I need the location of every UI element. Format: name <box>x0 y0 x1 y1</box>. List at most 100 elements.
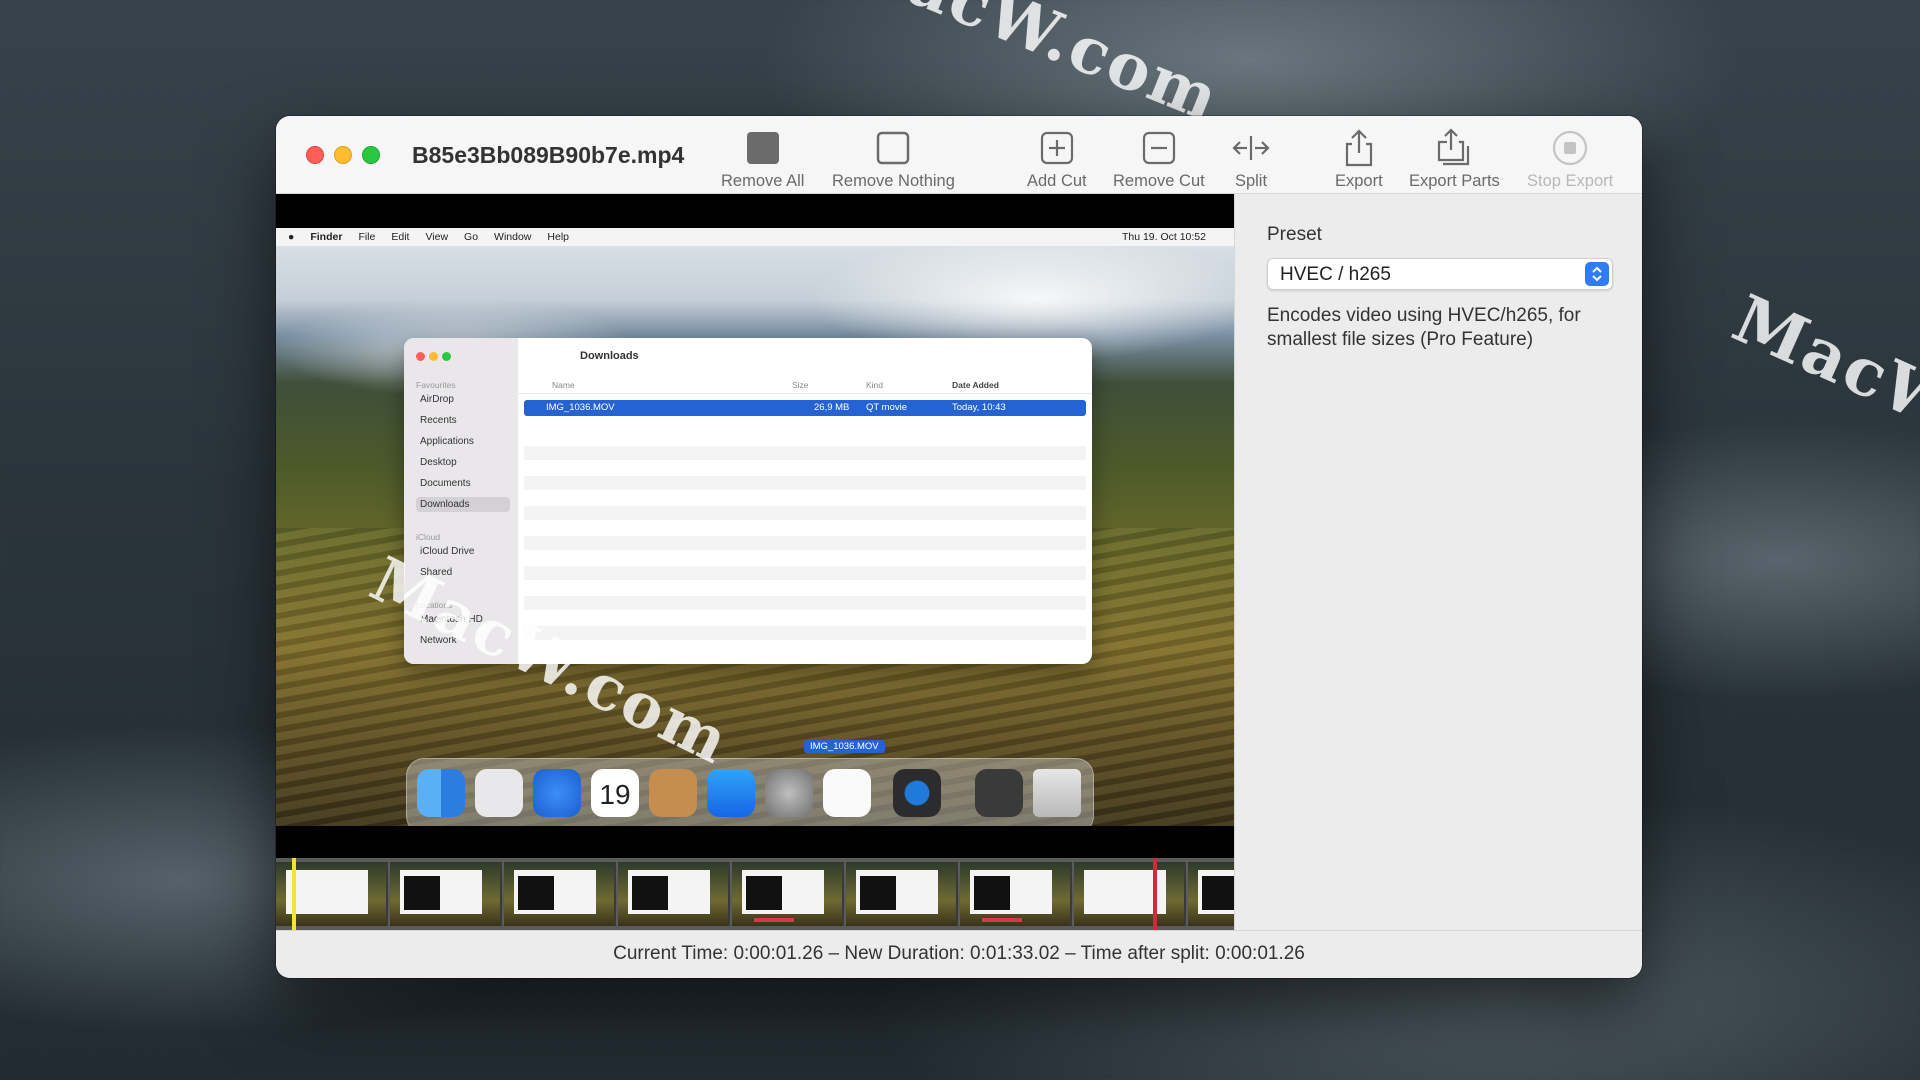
timeline-thumbnail <box>504 862 616 926</box>
finder-item-documents: Documents <box>420 478 471 489</box>
finder-section-favourites: Favourites <box>416 380 456 390</box>
finder-section-locations: Locations <box>416 600 453 610</box>
timeline-filmstrip[interactable] <box>276 858 1234 930</box>
menu-help: Help <box>547 231 570 243</box>
minimize-button[interactable] <box>334 146 352 164</box>
finder-max-dot <box>442 352 451 361</box>
plus-square-icon <box>1037 128 1077 168</box>
split-marker[interactable] <box>1153 858 1157 930</box>
finder-item-applications: Applications <box>420 436 474 447</box>
watermark-right: MacW.com <box>1721 279 1920 519</box>
finder-item-network: Network <box>420 635 457 646</box>
select-stepper-icon <box>1585 262 1609 286</box>
system-settings-icon <box>765 769 813 817</box>
preset-label: Preset <box>1267 224 1322 245</box>
close-button[interactable] <box>306 146 324 164</box>
app-store-icon <box>707 769 755 817</box>
share-multiple-icon <box>1434 128 1474 168</box>
finder-item-downloads: Downloads <box>416 497 510 512</box>
split-arrows-icon <box>1231 128 1271 168</box>
contacts-icon <box>649 769 697 817</box>
current-time-playhead[interactable] <box>292 858 296 930</box>
finder-section-icloud: iCloud <box>416 532 441 542</box>
file-kind: QT movie <box>866 402 908 413</box>
finder-item-macintosh-hd: Macintosh HD <box>420 614 483 625</box>
timeline-thumbnail <box>1188 862 1234 926</box>
menu-view: View <box>425 231 449 243</box>
trash-icon <box>1033 769 1081 817</box>
filled-square-icon <box>743 128 783 168</box>
finder-window: Favourites AirDrop Recents Applications … <box>404 338 1092 664</box>
remove-nothing-label: Remove Nothing <box>832 172 955 190</box>
col-size: Size <box>792 380 809 390</box>
finder-file-row: IMG_1036.MOV 26,9 MB QT movie Today, 10:… <box>524 400 1086 416</box>
col-name: Name <box>552 380 575 390</box>
timeline-thumbnail <box>390 862 502 926</box>
minus-square-icon <box>1139 128 1179 168</box>
timeline-thumbnail <box>1074 862 1186 926</box>
stop-export-button[interactable]: Stop Export <box>1527 128 1613 191</box>
finder-stripe <box>524 626 1086 640</box>
empty-square-icon <box>873 128 913 168</box>
timeline-thumbnail <box>846 862 958 926</box>
finder-title: Downloads <box>580 350 639 362</box>
finder-stripe <box>524 596 1086 610</box>
export-parts-label: Export Parts <box>1409 172 1500 190</box>
finder-app-icon <box>417 769 465 817</box>
col-kind: Kind <box>866 380 884 390</box>
menu-file: File <box>358 231 376 243</box>
launchpad-icon <box>475 769 523 817</box>
add-cut-button[interactable]: Add Cut <box>1027 128 1087 191</box>
finder-content: Downloads Name Size Kind Date Added IMG_… <box>518 338 1092 664</box>
app-window: B85e3Bb089B90b7e.mp4 Remove All Remove N… <box>276 116 1642 978</box>
window-title: B85e3Bb089B90b7e.mp4 <box>412 142 685 168</box>
export-parts-button[interactable]: Export Parts <box>1409 128 1500 191</box>
finder-item-shared: Shared <box>420 567 453 578</box>
calendar-icon: 19 <box>591 769 639 817</box>
quicktime-icon <box>893 769 941 817</box>
video-preview[interactable]: ● Finder File Edit View Go Window Help T… <box>276 194 1234 858</box>
safari-icon <box>533 769 581 817</box>
finder-item-icloud-drive: iCloud Drive <box>420 546 475 557</box>
preset-select[interactable]: HVEC / h265 <box>1267 258 1613 290</box>
remove-cut-button[interactable]: Remove Cut <box>1113 128 1205 191</box>
remove-cut-label: Remove Cut <box>1113 172 1205 190</box>
status-bar: Current Time: 0:00:01.26 – New Duration:… <box>276 930 1642 978</box>
menu-finder: Finder <box>310 231 343 243</box>
share-icon <box>1339 128 1379 168</box>
menu-edit: Edit <box>391 231 410 243</box>
remove-nothing-button[interactable]: Remove Nothing <box>832 128 955 191</box>
preset-description: Encodes video using HVEC/h265, for small… <box>1267 305 1581 350</box>
settings-sidebar: Preset HVEC / h265 Encodes video using H… <box>1234 194 1642 930</box>
remove-all-label: Remove All <box>721 172 805 190</box>
finder-stripe <box>524 476 1086 490</box>
col-date: Date Added <box>952 380 999 390</box>
zoom-button[interactable] <box>362 146 380 164</box>
recorded-dock: 19 <box>406 758 1094 826</box>
timeline-thumbnail <box>732 862 844 926</box>
export-label: Export <box>1335 172 1383 190</box>
split-label: Split <box>1234 172 1268 190</box>
export-button[interactable]: Export <box>1335 128 1383 191</box>
file-date: Today, 10:43 <box>952 402 1006 413</box>
finder-min-dot <box>429 352 438 361</box>
add-cut-label: Add Cut <box>1027 172 1087 190</box>
finder-sidebar: Favourites AirDrop Recents Applications … <box>404 338 518 664</box>
drag-file-label: IMG_1036.MOV <box>804 740 885 753</box>
video-file-icon <box>975 769 1023 817</box>
stop-export-label: Stop Export <box>1527 172 1614 190</box>
timeline-thumbnail <box>618 862 730 926</box>
finder-item-desktop: Desktop <box>420 457 457 468</box>
timeline-thumbnail <box>960 862 1072 926</box>
stop-circle-icon <box>1550 128 1590 168</box>
remove-all-button[interactable]: Remove All <box>721 128 804 191</box>
file-size: 26,9 MB <box>814 402 850 413</box>
finder-column-headers: Name Size Kind Date Added <box>518 378 1092 394</box>
preset-value: HVEC / h265 <box>1280 264 1391 285</box>
finder-stripe <box>524 446 1086 460</box>
menu-go: Go <box>464 231 479 243</box>
menubar-clock: Thu 19. Oct 10:52 <box>1121 231 1206 243</box>
finder-item-airdrop: AirDrop <box>420 394 454 405</box>
apple-icon: ● <box>288 231 295 243</box>
split-button[interactable]: Split <box>1231 128 1271 191</box>
